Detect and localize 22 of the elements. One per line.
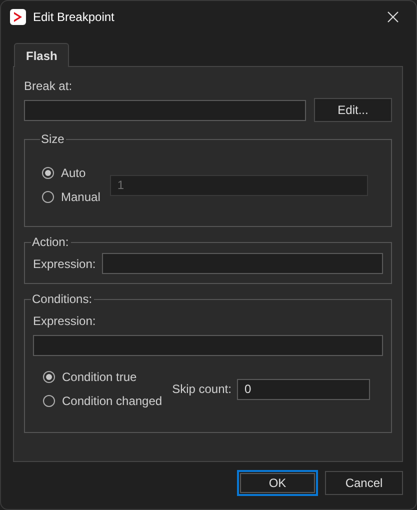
app-logo-icon <box>10 9 26 25</box>
window-title: Edit Breakpoint <box>33 10 116 24</box>
field-label: Break at: <box>24 79 74 93</box>
field-label: Expression: <box>33 256 96 270</box>
edit-button[interactable]: Edit... <box>314 98 392 122</box>
radio-button[interactable] <box>43 371 55 383</box>
radio-option[interactable]: Condition true <box>43 370 162 384</box>
radio-option[interactable]: Condition changed <box>43 394 162 408</box>
skip-count-field[interactable]: 0 <box>237 378 370 400</box>
dialog-button[interactable]: OK <box>238 471 317 495</box>
dialog-button[interactable]: Cancel <box>325 471 403 495</box>
break-at-field[interactable] <box>24 100 306 120</box>
close-icon <box>387 11 399 23</box>
radio-button[interactable] <box>43 395 55 407</box>
group-title: Action: <box>31 235 70 249</box>
field-label: Skip count: <box>172 382 232 396</box>
field-label: Expression: <box>33 314 97 328</box>
condition-expression-field[interactable] <box>33 335 383 356</box>
tab[interactable]: Flash <box>14 43 70 67</box>
action-expression-field[interactable] <box>102 253 383 274</box>
group-title: Size <box>40 132 66 146</box>
group-title: Conditions: <box>31 292 94 306</box>
